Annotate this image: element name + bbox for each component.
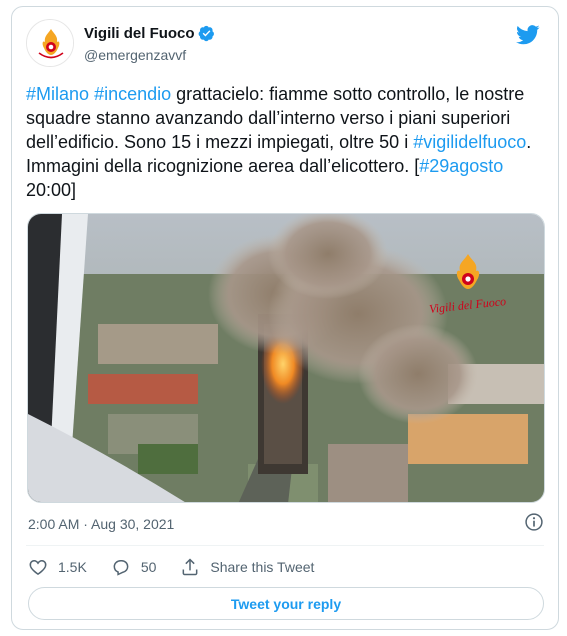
tweet-card: Vigili del Fuoco @emergenzavvf #Milano #…	[11, 6, 559, 630]
tweet-text: #Milano #incendio grattacielo: fiamme so…	[26, 82, 546, 202]
reply-bubble-icon	[113, 560, 129, 576]
hashtag-29agosto[interactable]: #29agosto	[419, 156, 503, 176]
info-icon[interactable]	[524, 512, 544, 532]
share-button[interactable]: Share this Tweet	[180, 557, 314, 577]
aerial-fire-photo: Vigili del Fuoco	[28, 214, 544, 502]
verified-badge-icon	[198, 25, 214, 42]
avatar[interactable]	[26, 19, 74, 67]
divider	[26, 545, 544, 546]
reply-count-button[interactable]: 50	[111, 557, 157, 577]
name-row: Vigili del Fuoco	[84, 25, 215, 42]
share-upload-icon	[182, 558, 198, 576]
hashtag-vigilidelfuoco[interactable]: #vigilidelfuoco	[413, 132, 526, 152]
tweet-timestamp[interactable]: 2:00 AM · Aug 30, 2021	[28, 516, 174, 532]
tweet-text-segment: 20:00]	[26, 180, 77, 200]
hashtag-incendio[interactable]: #incendio	[94, 84, 171, 104]
display-name[interactable]: Vigili del Fuoco	[84, 25, 195, 42]
tweet-media-image[interactable]: Vigili del Fuoco	[27, 213, 545, 503]
like-button[interactable]: 1.5K	[28, 557, 87, 577]
hashtag-milano[interactable]: #Milano	[26, 84, 89, 104]
reply-count: 50	[140, 559, 157, 575]
user-handle[interactable]: @emergenzavvf	[84, 47, 186, 63]
tweet-header: Vigili del Fuoco @emergenzavvf	[26, 17, 544, 69]
like-count: 1.5K	[58, 559, 87, 575]
heart-icon	[29, 559, 47, 575]
share-label: Share this Tweet	[210, 559, 315, 575]
tweet-your-reply-button[interactable]: Tweet your reply	[28, 587, 544, 620]
tweet-actions: 1.5K 50 Share this Tweet	[28, 553, 338, 581]
twitter-bird-icon[interactable]	[516, 25, 540, 45]
